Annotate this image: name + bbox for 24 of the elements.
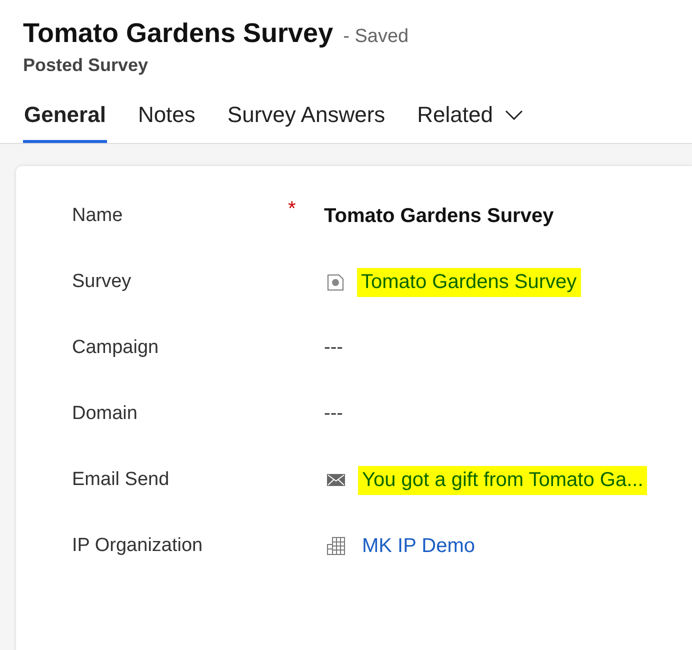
chevron-down-icon xyxy=(505,110,523,120)
tab[interactable]: Related xyxy=(416,98,524,143)
tab[interactable]: Notes xyxy=(136,98,196,143)
tab[interactable]: Survey Answers xyxy=(226,98,386,143)
field-value: Tomato Gardens Survey xyxy=(324,204,554,228)
lookup-link[interactable]: You got a gift from Tomato Ga... xyxy=(358,466,648,494)
field-label: Domain xyxy=(72,403,138,425)
field-label: Email Send xyxy=(72,469,170,491)
save-status: - Saved xyxy=(343,26,409,48)
field-label: Campaign xyxy=(72,337,160,359)
lookup-link[interactable]: Tomato Gardens Survey xyxy=(357,268,581,296)
lookup-link[interactable]: MK IP Demo xyxy=(358,532,479,560)
entity-type: Posted Survey xyxy=(23,55,150,76)
document-icon xyxy=(327,274,344,290)
tab[interactable]: General xyxy=(23,98,107,143)
field-value: --- xyxy=(324,403,343,425)
building-icon xyxy=(327,537,345,555)
field-label: Survey xyxy=(72,271,132,293)
required-marker: * xyxy=(288,198,296,220)
field-label: IP Organization xyxy=(72,535,204,557)
field-label: Name xyxy=(72,205,124,227)
record-title: Tomato Gardens Survey xyxy=(23,18,334,49)
field-value: --- xyxy=(324,337,343,359)
envelope-icon xyxy=(327,474,345,486)
